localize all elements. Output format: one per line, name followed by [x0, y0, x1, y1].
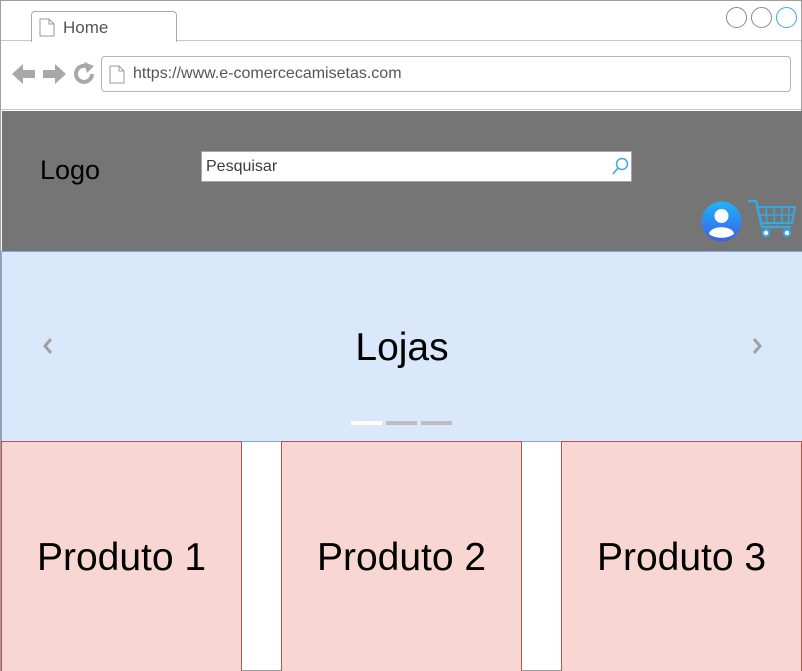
shopping-cart-icon[interactable]: [747, 199, 797, 239]
url-text: https://www.e-comercecamisetas.com: [133, 65, 402, 82]
carousel-indicator-active[interactable]: [351, 421, 382, 425]
document-icon: [39, 18, 55, 37]
back-arrow-icon[interactable]: [11, 62, 37, 86]
forward-arrow-icon[interactable]: [41, 62, 67, 86]
product-label: Produto 1: [36, 536, 207, 579]
minimize-button[interactable]: [726, 7, 747, 28]
url-bar[interactable]: https://www.e-comercecamisetas.com: [101, 56, 791, 92]
product-card[interactable]: Produto 2: [281, 441, 522, 671]
carousel-title: Lojas: [355, 326, 449, 369]
maximize-button[interactable]: [751, 7, 772, 28]
logo[interactable]: Logo: [40, 155, 100, 186]
tab-bar: Home: [1, 1, 801, 42]
document-icon: [109, 65, 125, 84]
reload-icon[interactable]: [72, 62, 96, 86]
tab-home[interactable]: Home: [31, 11, 177, 42]
search-input[interactable]: [206, 156, 606, 178]
close-button[interactable]: [776, 7, 797, 28]
site-header: Logo: [2, 111, 802, 251]
search-icon[interactable]: [611, 157, 629, 177]
navigation-bar: https://www.e-comercecamisetas.com: [1, 42, 801, 110]
carousel-indicator[interactable]: [386, 421, 417, 425]
product-card[interactable]: Produto 3: [561, 441, 802, 671]
product-label: Produto 2: [316, 536, 487, 579]
user-avatar-icon[interactable]: [701, 201, 742, 242]
product-label: Produto 3: [596, 536, 767, 579]
product-card[interactable]: Produto 1: [1, 441, 242, 671]
store-carousel: Lojas: [1, 251, 802, 442]
carousel-indicator[interactable]: [421, 421, 452, 425]
browser-window: Home https://www.e-comercecamisetas.com …: [0, 0, 802, 671]
tab-label: Home: [63, 18, 109, 37]
search-box: [201, 151, 632, 182]
chevron-right-icon[interactable]: [750, 336, 764, 356]
